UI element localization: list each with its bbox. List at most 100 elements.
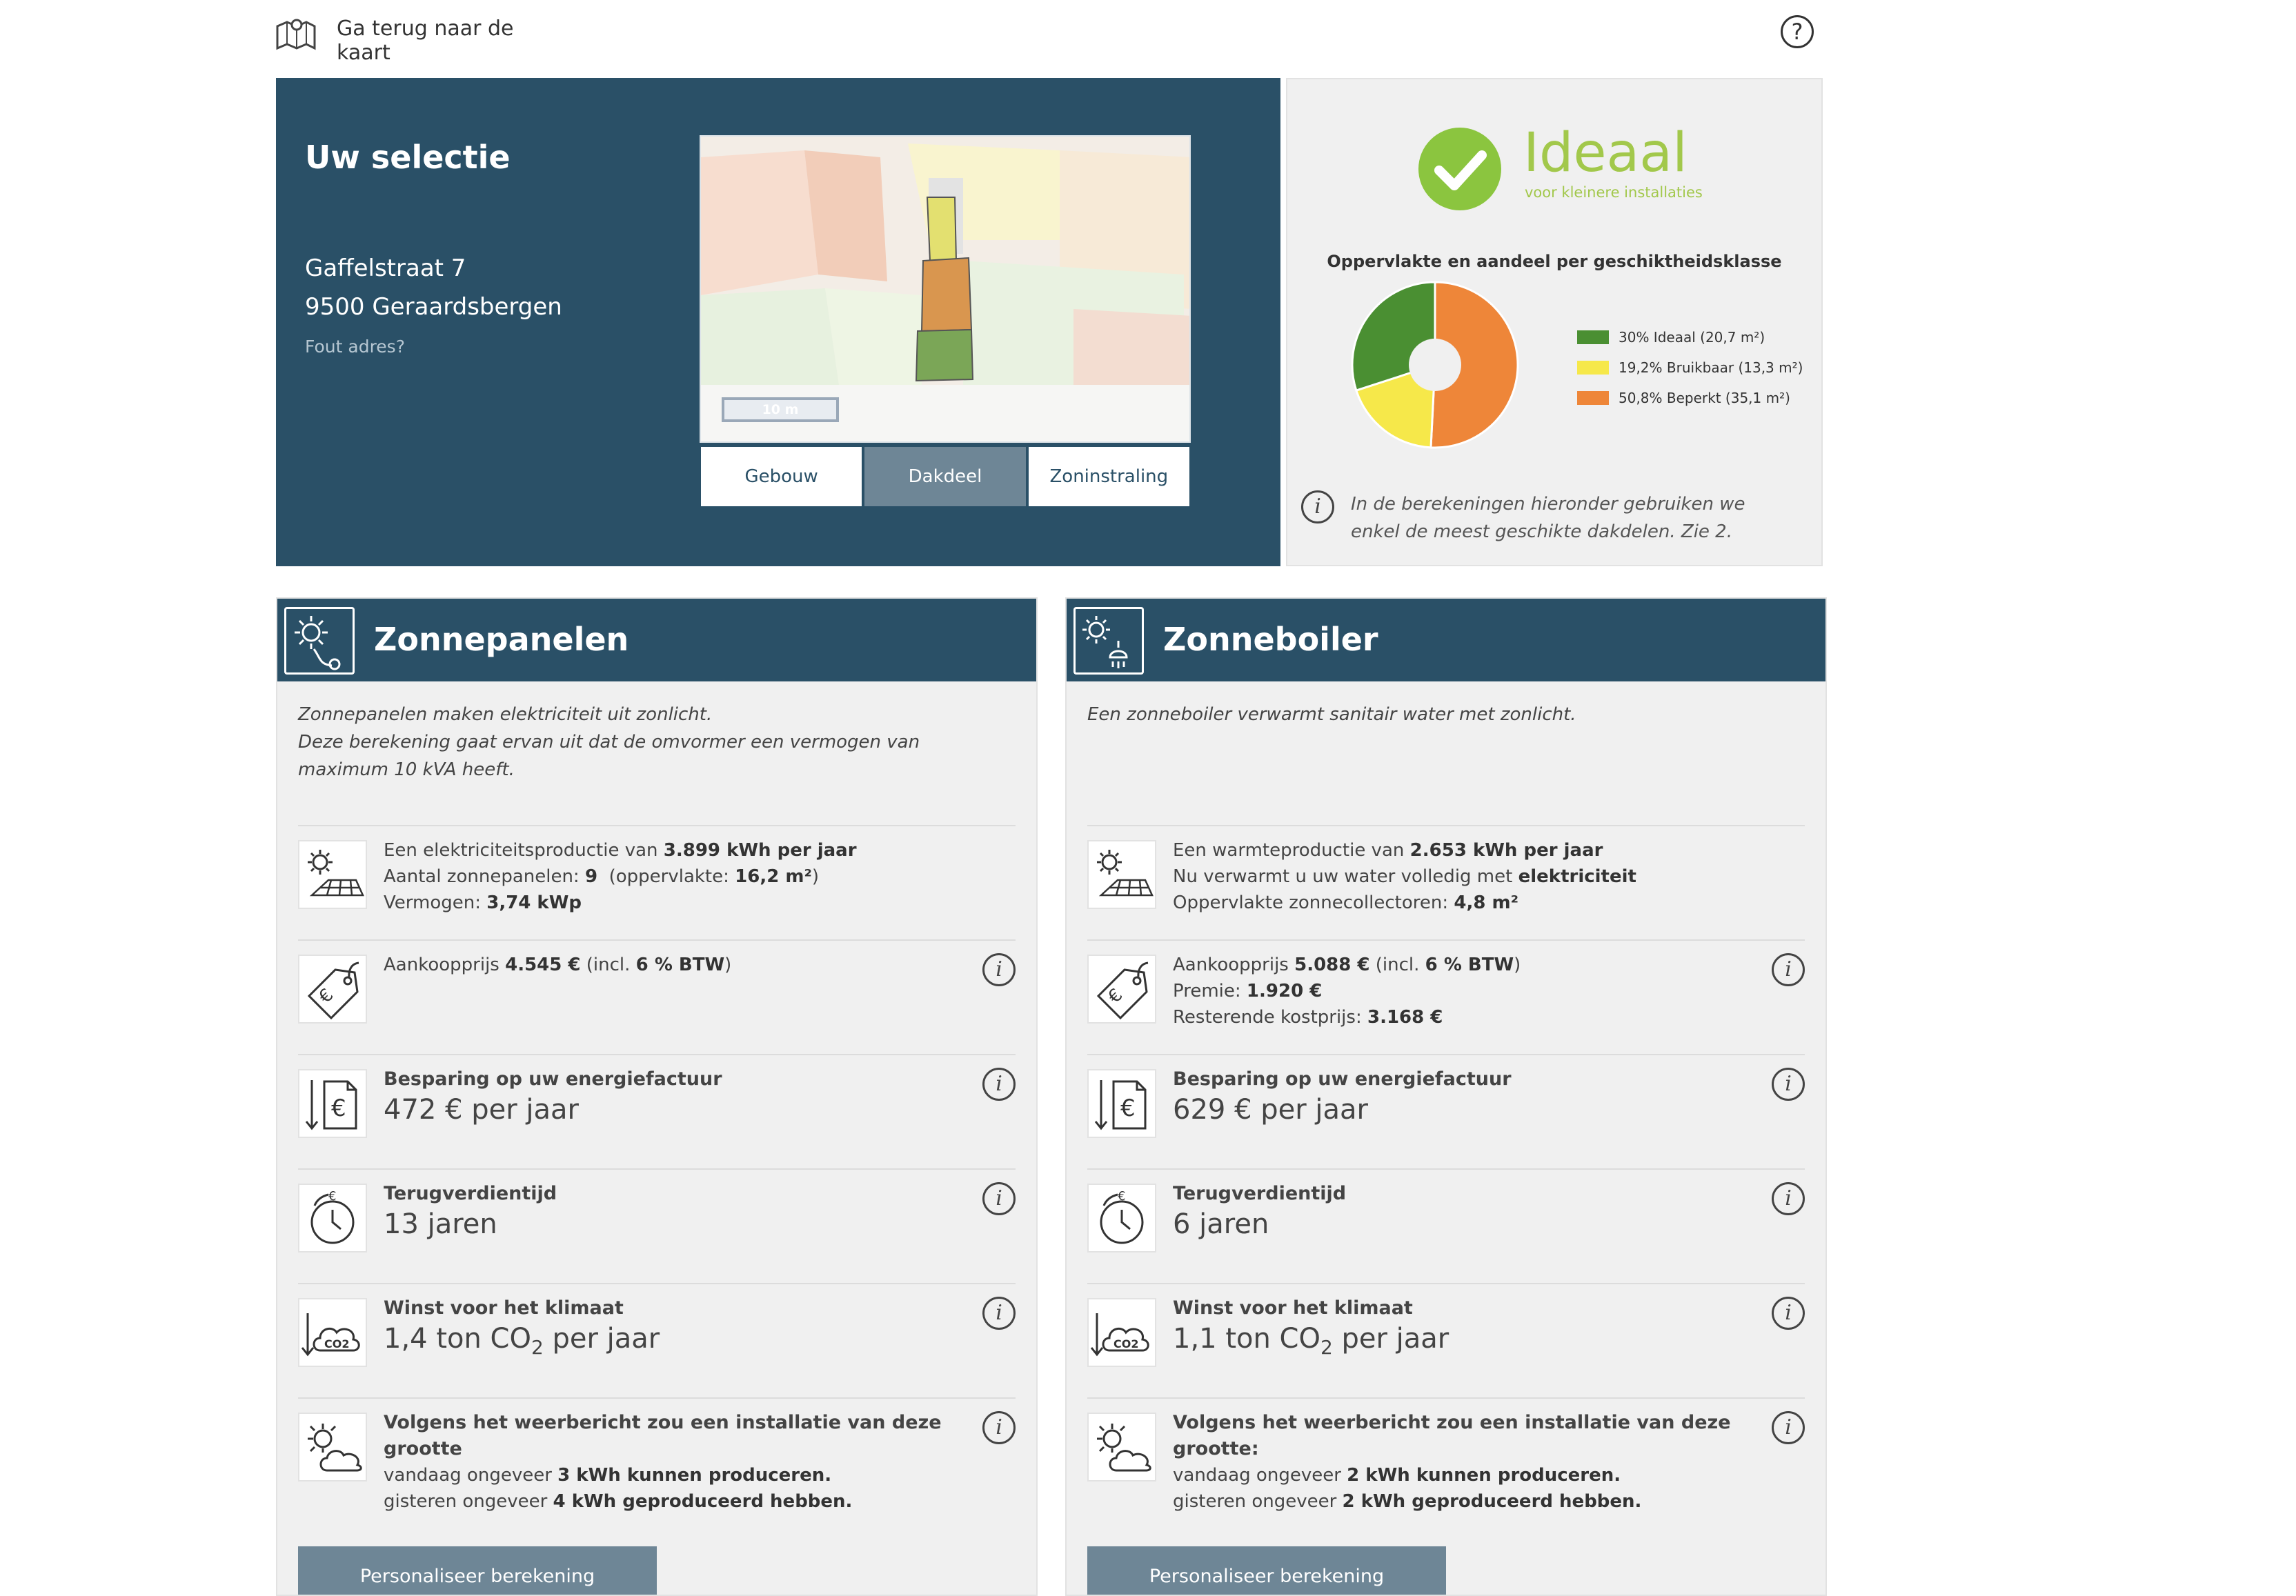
info-icon[interactable]: i <box>1772 1297 1805 1330</box>
production-value: 2.653 kWh per jaar <box>1409 840 1603 861</box>
vat-close: ) <box>1514 955 1521 975</box>
personalize-button[interactable]: Personaliseer berekening <box>298 1546 657 1595</box>
payback-heading: Terugverdientijd <box>384 1183 557 1204</box>
roof-map[interactable]: 10 m <box>700 135 1191 443</box>
production-text: Een elektriciteitsproductie van 3.899 kW… <box>384 837 956 916</box>
legend-item-bruikbaar: 19,2% Bruikbaar (13,3 m²) <box>1577 352 1803 383</box>
card-header: Zonneboiler <box>1067 599 1825 681</box>
card-header: Zonnepanelen <box>277 599 1036 681</box>
co2-cloud-icon: CO2 <box>298 1298 367 1367</box>
weather-today-label: vandaag ongeveer <box>1173 1465 1347 1486</box>
info-icon[interactable]: i <box>1772 1182 1805 1215</box>
price-row: € Aankoopprijs 5.088 € (incl. 6 % BTW) P… <box>1087 939 1805 1054</box>
info-icon[interactable]: i <box>1772 1411 1805 1444</box>
suitability-pie-chart <box>1351 281 1519 449</box>
production-value: 3.899 kWh per jaar <box>663 840 857 861</box>
climate-text: Winst voor het klimaat 1,4 ton CO2 per j… <box>384 1295 956 1365</box>
price-tag-icon: € <box>298 955 367 1024</box>
co2-cloud-icon: CO2 <box>1087 1298 1156 1367</box>
price-row: € Aankoopprijs 4.545 € (incl. 6 % BTW) i <box>298 939 1016 1054</box>
invoice-down-icon: € <box>1087 1069 1156 1138</box>
vat-label: (incl. <box>580 955 636 975</box>
climate-value: 1,4 ton CO2 per jaar <box>384 1321 956 1365</box>
remaining-cost-label: Resterende kostprijs: <box>1173 1007 1367 1028</box>
saving-heading: Besparing op uw energiefactuur <box>384 1068 722 1090</box>
collector-area-value: 4,8 m² <box>1454 892 1518 913</box>
payback-value: 13 jaren <box>384 1208 497 1240</box>
climate-value-unit: per jaar <box>543 1323 660 1355</box>
sun-cloud-icon <box>298 1413 367 1482</box>
payback-row: € Terugverdientijd 6 jaren i <box>1087 1168 1805 1283</box>
legend-swatch-bruikbaar <box>1577 361 1609 375</box>
climate-value-sub: 2 <box>531 1336 544 1359</box>
card-intro: Zonnepanelen maken elektriciteit uit zon… <box>298 701 1016 784</box>
weather-heading: Volgens het weerbericht zou een installa… <box>1173 1412 1731 1459</box>
weather-row: Volgens het weerbericht zou een installa… <box>1087 1397 1805 1512</box>
climate-value-main: 1,4 ton CO <box>384 1323 531 1355</box>
info-icon[interactable]: i <box>1772 1068 1805 1101</box>
card-title: Zonnepanelen <box>374 621 629 658</box>
info-icon[interactable]: i <box>982 1297 1016 1330</box>
tab-gebouw[interactable]: Gebouw <box>700 446 864 508</box>
help-icon[interactable]: ? <box>1781 15 1814 48</box>
tab-zoninstraling[interactable]: Zoninstraling <box>1027 446 1191 508</box>
production-row: Een elektriciteitsproductie van 3.899 kW… <box>298 825 1016 939</box>
vat-value: 6 % BTW <box>1425 955 1514 975</box>
panel-count-value: 9 <box>584 866 598 887</box>
chart-legend: 30% Ideaal (20,7 m²) 19,2% Bruikbaar (13… <box>1577 322 1803 413</box>
production-row: Een warmteproductie van 2.653 kWh per ja… <box>1087 825 1805 939</box>
info-icon[interactable]: i <box>982 953 1016 986</box>
price-text: Aankoopprijs 4.545 € (incl. 6 % BTW) <box>384 952 956 978</box>
address-city: 9500 Geraardsbergen <box>305 293 562 321</box>
legend-label-bruikbaar: 19,2% Bruikbaar (13,3 m²) <box>1619 359 1803 376</box>
weather-yesterday-value: 2 kWh geproduceerd hebben. <box>1342 1491 1642 1512</box>
svg-text:CO2: CO2 <box>324 1337 349 1350</box>
weather-today-value: 3 kWh kunnen produceren. <box>557 1465 832 1486</box>
weather-text: Volgens het weerbericht zou een installa… <box>384 1410 977 1515</box>
sun-roof-icon <box>1087 840 1156 909</box>
legend-item-ideaal: 30% Ideaal (20,7 m²) <box>1577 322 1803 352</box>
map-icon <box>276 19 316 50</box>
weather-today-value: 2 kWh kunnen produceren. <box>1347 1465 1621 1486</box>
intro-line: Deze berekening gaat ervan uit dat de om… <box>298 732 920 780</box>
svg-text:€: € <box>331 1095 346 1122</box>
legend-swatch-ideaal <box>1577 330 1609 344</box>
weather-yesterday-value: 4 kWh geproduceerd hebben. <box>553 1491 853 1512</box>
info-icon[interactable]: i <box>1301 490 1334 523</box>
premium-value: 1.920 € <box>1246 981 1323 1001</box>
climate-row: CO2 Winst voor het klimaat 1,4 ton CO2 p… <box>298 1283 1016 1397</box>
invoice-down-icon: € <box>298 1069 367 1138</box>
map-tabs: Gebouw Dakdeel Zoninstraling <box>700 446 1191 508</box>
info-icon[interactable]: i <box>982 1068 1016 1101</box>
personalize-button[interactable]: Personaliseer berekening <box>1087 1546 1446 1595</box>
sun-cloud-icon <box>1087 1413 1156 1482</box>
payback-heading: Terugverdientijd <box>1173 1183 1347 1204</box>
climate-heading: Winst voor het klimaat <box>384 1297 624 1319</box>
payback-text: Terugverdientijd 13 jaren <box>384 1181 956 1241</box>
saving-row: € Besparing op uw energiefactuur 472 € p… <box>298 1054 1016 1168</box>
saving-text: Besparing op uw energiefactuur 472 € per… <box>384 1066 956 1127</box>
area-value: 16,2 m² <box>735 866 812 887</box>
card-title: Zonneboiler <box>1163 621 1378 658</box>
climate-value-main: 1,1 ton CO <box>1173 1323 1320 1355</box>
info-icon[interactable]: i <box>1772 953 1805 986</box>
weather-heading: Volgens het weerbericht zou een installa… <box>384 1412 942 1459</box>
info-icon[interactable]: i <box>982 1411 1016 1444</box>
zonneboiler-card: Zonneboiler Een zonneboiler verwarmt san… <box>1065 597 1827 1596</box>
weather-text: Volgens het weerbericht zou een installa… <box>1173 1410 1766 1515</box>
saving-row: € Besparing op uw energiefactuur 629 € p… <box>1087 1054 1805 1168</box>
tab-dakdeel[interactable]: Dakdeel <box>863 446 1027 508</box>
climate-value: 1,1 ton CO2 per jaar <box>1173 1321 1745 1365</box>
address: Gaffelstraat 7 9500 Geraardsbergen <box>305 249 562 326</box>
back-to-map-link[interactable]: Ga terug naar de kaart <box>275 14 564 65</box>
wrong-address-link[interactable]: Fout adres? <box>305 337 405 357</box>
payback-value: 6 jaren <box>1173 1208 1269 1240</box>
legend-label-ideaal: 30% Ideaal (20,7 m²) <box>1619 329 1765 346</box>
svg-text:€: € <box>1120 1095 1136 1122</box>
climate-value-unit: per jaar <box>1332 1323 1449 1355</box>
svg-text:CO2: CO2 <box>1114 1337 1138 1350</box>
info-icon[interactable]: i <box>982 1182 1016 1215</box>
heating-label: Nu verwarmt u uw water volledig met <box>1173 866 1518 887</box>
solar-panel-sun-icon <box>284 607 355 675</box>
legend-swatch-beperkt <box>1577 391 1609 405</box>
